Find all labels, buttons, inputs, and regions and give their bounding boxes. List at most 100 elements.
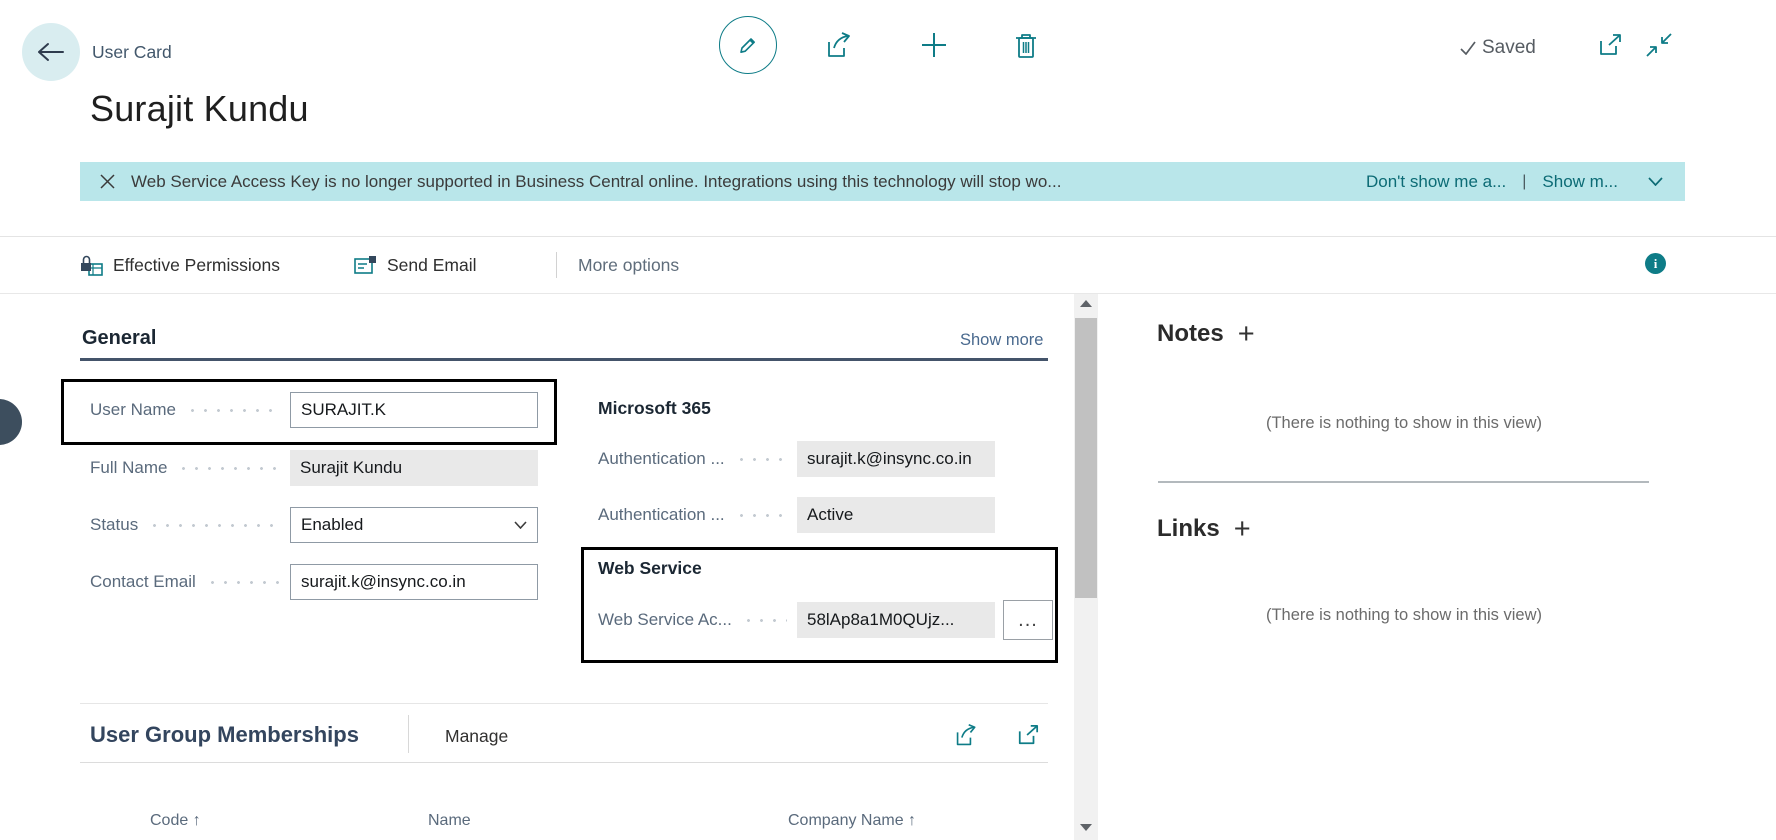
authentication-status-label: Authentication ...	[598, 505, 725, 524]
user-name-input[interactable]	[290, 392, 538, 428]
banner-chevron-down-icon[interactable]	[1648, 177, 1663, 186]
banner-dismiss-link[interactable]: Don't show me a...	[1366, 172, 1506, 192]
delete-button[interactable]	[1012, 31, 1040, 59]
contact-email-input[interactable]	[290, 564, 538, 600]
general-underline	[80, 358, 1048, 361]
field-full-name: Full Name Surajit Kundu	[90, 450, 538, 486]
banner-separator: |	[1522, 172, 1527, 190]
effective-permissions-label: Effective Permissions	[113, 254, 280, 275]
notes-section-header: Notes +	[1157, 319, 1255, 349]
memberships-top-divider	[80, 703, 1048, 704]
share-button[interactable]	[824, 31, 856, 59]
memberships-share-button[interactable]	[952, 722, 982, 748]
notes-empty-message: (There is nothing to show in this view)	[1265, 414, 1543, 432]
field-user-name: User Name	[90, 392, 538, 428]
authentication-email-value: surajit.k@insync.co.in	[797, 441, 995, 477]
collapse-arrows-icon	[1644, 32, 1674, 58]
trash-icon	[1014, 32, 1038, 59]
dot-leader	[148, 523, 280, 527]
notification-banner: Web Service Access Key is no longer supp…	[80, 162, 1685, 201]
dot-leader	[185, 408, 280, 412]
full-name-value: Surajit Kundu	[290, 450, 538, 486]
back-arrow-icon	[36, 40, 66, 64]
scrollbar-up-arrow[interactable]	[1080, 300, 1092, 307]
dot-leader	[734, 457, 787, 461]
content-top-divider	[0, 293, 1776, 294]
memberships-divider	[408, 715, 409, 753]
links-section-header: Links +	[1157, 514, 1251, 544]
banner-show-more-link[interactable]: Show m...	[1542, 172, 1618, 192]
microsoft365-heading: Microsoft 365	[598, 398, 711, 418]
notes-heading[interactable]: Notes	[1157, 320, 1224, 348]
memberships-heading[interactable]: User Group Memberships	[90, 722, 359, 748]
column-header-company-name[interactable]: Company Name ↑	[788, 812, 916, 830]
web-service-access-key-value: 58lAp8a1M0QUjz...	[797, 602, 995, 638]
open-in-new-window-icon	[1016, 724, 1040, 746]
scrollbar-down-arrow[interactable]	[1080, 824, 1092, 831]
show-more-link[interactable]: Show more	[960, 331, 1043, 350]
field-auth-email: Authentication ... surajit.k@insync.co.i…	[598, 441, 995, 477]
collapse-view-button[interactable]	[1642, 32, 1676, 58]
dot-leader	[741, 618, 787, 622]
check-icon	[1460, 41, 1476, 55]
manage-button[interactable]: Manage	[445, 726, 508, 747]
web-service-heading: Web Service	[598, 558, 702, 578]
share-icon	[954, 723, 980, 747]
authentication-status-value: Active	[797, 497, 995, 533]
memberships-open-button[interactable]	[1014, 723, 1042, 747]
more-options-label: More options	[578, 254, 680, 275]
email-icon	[354, 255, 378, 276]
field-auth-status: Authentication ... Active	[598, 497, 995, 533]
assist-edit-button[interactable]: ...	[1003, 600, 1053, 640]
scrollbar-thumb[interactable]	[1075, 318, 1097, 598]
add-link-button[interactable]: +	[1234, 515, 1251, 544]
authentication-email-label: Authentication ...	[598, 449, 725, 468]
user-card-page: User Card Surajit Kundu Saved Web Servic…	[0, 0, 1776, 840]
column-header-code[interactable]: Code ↑	[150, 812, 201, 830]
permissions-lock-icon	[80, 254, 104, 277]
column-header-name[interactable]: Name	[428, 812, 471, 830]
more-options-button[interactable]: More options	[578, 250, 679, 280]
save-status: Saved	[1460, 37, 1536, 59]
new-button[interactable]	[918, 31, 950, 59]
general-heading[interactable]: General	[82, 327, 156, 350]
saved-label: Saved	[1482, 37, 1536, 58]
edit-button[interactable]	[719, 16, 777, 74]
open-in-new-window-button[interactable]	[1595, 32, 1625, 58]
side-panel-handle[interactable]	[0, 399, 22, 445]
dot-leader	[734, 513, 787, 517]
add-note-button[interactable]: +	[1238, 320, 1255, 349]
send-email-label: Send Email	[387, 254, 477, 275]
dot-leader	[177, 466, 280, 470]
web-service-access-key-label: Web Service Ac...	[598, 610, 732, 629]
banner-message: Web Service Access Key is no longer supp…	[131, 171, 1062, 191]
effective-permissions-button[interactable]: Effective Permissions	[80, 250, 280, 280]
field-status: Status Enabled	[90, 507, 538, 543]
field-web-service-key: Web Service Ac... 58lAp8a1M0QUjz...	[598, 602, 995, 638]
full-name-label: Full Name	[90, 458, 168, 477]
banner-close-icon[interactable]	[100, 174, 115, 189]
pencil-icon	[736, 33, 760, 57]
factbox-divider	[1158, 481, 1649, 483]
contact-email-label: Contact Email	[90, 572, 196, 591]
field-contact-email: Contact Email	[90, 564, 538, 600]
user-name-label: User Name	[90, 400, 176, 419]
dot-leader	[205, 580, 280, 584]
open-in-new-window-icon	[1597, 33, 1623, 57]
page-type-caption: User Card	[92, 42, 172, 62]
info-button[interactable]: i	[1645, 253, 1666, 274]
links-heading[interactable]: Links	[1157, 515, 1220, 543]
share-icon	[825, 31, 855, 59]
back-button[interactable]	[22, 23, 80, 81]
memberships-header-divider	[80, 762, 1048, 763]
send-email-button[interactable]: Send Email	[354, 250, 477, 280]
plus-icon	[920, 31, 948, 59]
status-value: Enabled	[301, 515, 364, 534]
status-label: Status	[90, 515, 139, 534]
header-divider	[0, 236, 1776, 237]
action-bar-divider	[556, 252, 557, 278]
chevron-down-icon	[514, 521, 527, 529]
info-icon: i	[1653, 255, 1658, 271]
status-dropdown[interactable]: Enabled	[290, 507, 538, 543]
page-title: Surajit Kundu	[90, 88, 309, 129]
